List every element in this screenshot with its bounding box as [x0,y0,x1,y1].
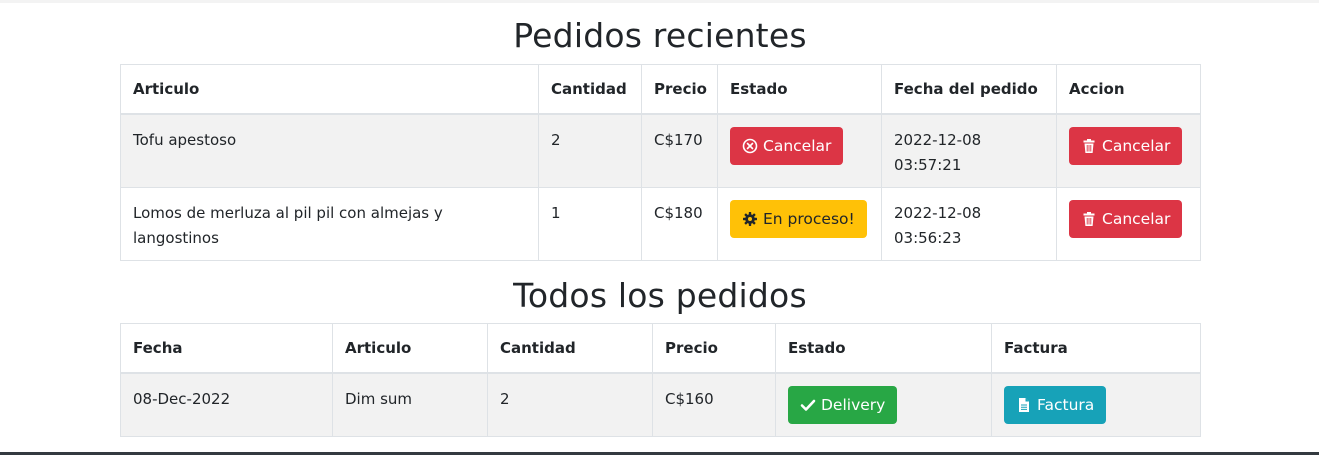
button-label: Cancelar [1102,137,1171,155]
cell-estado: En proceso! [717,186,882,261]
cell-cantidad: 2 [487,372,653,437]
cell-accion: Cancelar [1056,186,1201,261]
cell-fecha: 2022-12-08 03:57:21 [881,113,1057,188]
gear-icon [742,211,758,227]
cell-precio: C$180 [641,186,718,261]
cell-cantidad: 2 [538,113,642,188]
cell-articulo: Tofu apestoso [120,113,539,188]
header-estado: Estado [717,64,882,115]
trash-icon [1081,211,1097,227]
cell-cantidad: 1 [538,186,642,261]
table-row: 08-Dec-2022 Dim sum 2 C$160 Delivery Fac… [120,372,1201,437]
check-icon [800,397,816,413]
all-orders-title: Todos los pedidos [513,276,807,315]
button-label: En proceso! [763,209,855,228]
header-precio: Precio [652,323,776,374]
button-label: Cancelar [763,137,832,155]
top-border [0,0,1319,3]
header-cantidad: Cantidad [538,64,642,115]
all-orders-table: Fecha Articulo Cantidad Precio Estado Fa… [120,323,1201,437]
header-cantidad: Cantidad [487,323,653,374]
trash-icon [1081,138,1097,154]
cell-precio: C$170 [641,113,718,188]
cancel-order-button[interactable]: Cancelar [1069,199,1183,238]
header-fecha: Fecha [120,323,333,374]
recent-orders-table: Articulo Cantidad Precio Estado Fecha de… [120,64,1201,261]
in-process-status-button[interactable]: En proceso! [730,199,867,238]
cell-estado: Cancelar [717,113,882,188]
table-row: Lomos de merluza al pil pil con almejas … [120,186,1201,261]
delivery-status-button[interactable]: Delivery [788,386,898,424]
header-estado: Estado [775,323,992,374]
invoice-button[interactable]: Factura [1004,386,1107,424]
cell-accion: Cancelar [1056,113,1201,188]
button-label: Cancelar [1102,209,1171,228]
cell-precio: C$160 [652,372,776,437]
button-label: Delivery [821,396,886,414]
cell-estado: Delivery [775,372,992,437]
cell-articulo: Dim sum [332,372,488,437]
recent-orders-title: Pedidos recientes [513,16,807,55]
cell-factura: Factura [991,372,1201,437]
table-header-row: Fecha Articulo Cantidad Precio Estado Fa… [120,323,1201,374]
header-fecha-pedido: Fecha del pedido [881,64,1057,115]
header-precio: Precio [641,64,718,115]
cancel-order-button[interactable]: Cancelar [1069,127,1183,165]
cancel-status-button[interactable]: Cancelar [730,127,844,165]
header-accion: Accion [1056,64,1201,115]
header-factura: Factura [991,323,1201,374]
header-articulo: Articulo [120,64,539,115]
header-articulo: Articulo [332,323,488,374]
table-header-row: Articulo Cantidad Precio Estado Fecha de… [120,64,1201,115]
file-icon [1016,397,1032,413]
cell-fecha: 2022-12-08 03:56:23 [881,186,1057,261]
button-label: Factura [1037,396,1095,414]
table-row: Tofu apestoso 2 C$170 Cancelar 2022-12-0… [120,113,1201,188]
cell-fecha: 08-Dec-2022 [120,372,333,437]
cell-articulo: Lomos de merluza al pil pil con almejas … [120,186,539,261]
times-circle-icon [742,138,758,154]
